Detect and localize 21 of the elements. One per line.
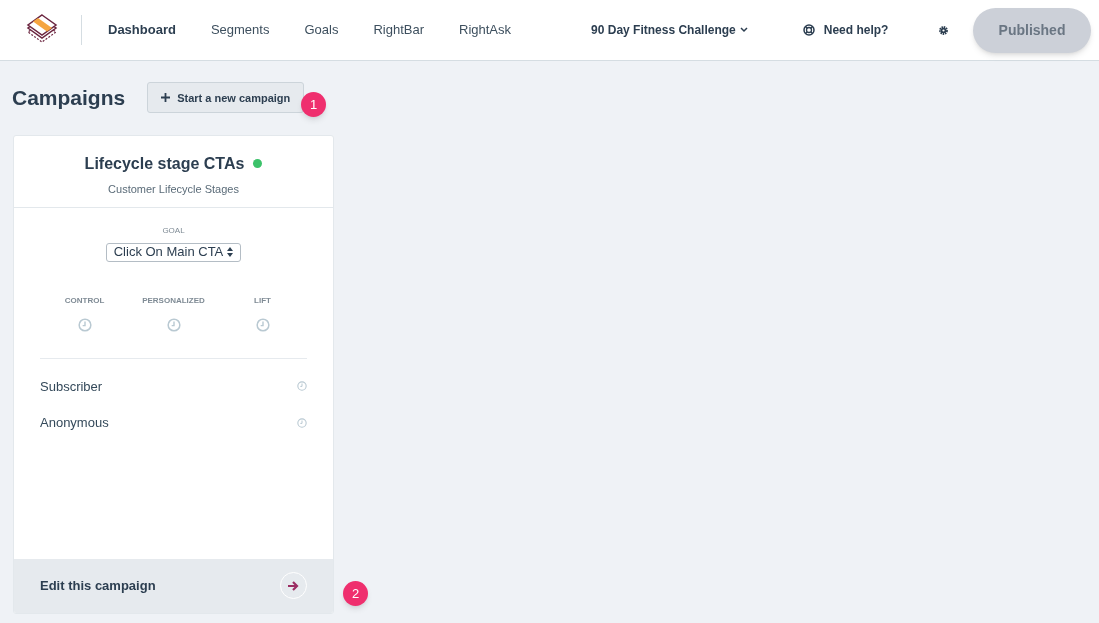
campaign-title: Lifecycle stage CTAs — [84, 153, 245, 174]
page-title: Campaigns — [12, 85, 126, 111]
new-campaign-button[interactable]: Start a new campaign — [147, 82, 305, 114]
metric-label: LIFT — [254, 294, 271, 307]
nav-tab[interactable]: Dashboard — [108, 20, 176, 40]
nav-tab[interactable]: RightBar — [373, 20, 424, 40]
edit-campaign-link[interactable]: Edit this campaign — [14, 558, 333, 613]
goal-select[interactable]: Click On Main CTA — [105, 242, 242, 262]
nav-tab[interactable]: Goals — [304, 20, 339, 40]
segment-name: Anonymous — [40, 414, 109, 432]
nav-tab[interactable]: Segments — [210, 20, 270, 40]
step-marker: 1 — [301, 92, 326, 117]
project-dropdown[interactable]: 90 Day Fitness Challenge — [591, 21, 748, 39]
help-link[interactable]: Need help? — [823, 21, 889, 39]
metric-label: PERSONALIZED — [142, 294, 205, 307]
metric-label: CONTROL — [64, 294, 105, 307]
step-marker: 2 — [343, 581, 368, 606]
nav-tab[interactable]: RightAsk — [459, 20, 512, 40]
goal-label: GOAL — [162, 224, 185, 237]
segment-name: Subscriber — [40, 377, 103, 396]
campaign-subtitle: Customer Lifecycle Stages — [108, 181, 239, 197]
